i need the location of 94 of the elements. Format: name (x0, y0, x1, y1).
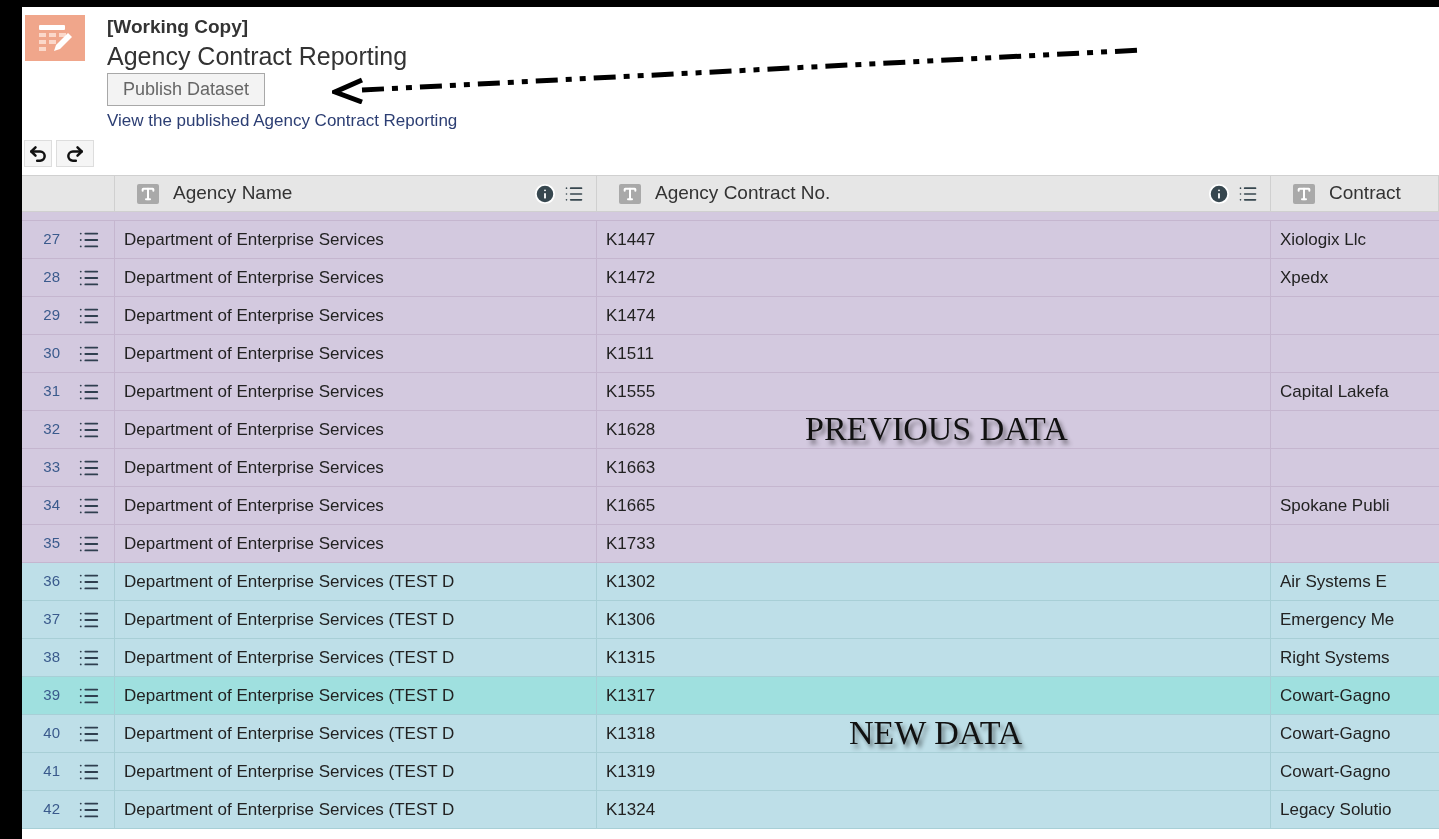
redo-icon (65, 143, 85, 164)
table-cell-text: Department of Enterprise Services (TEST D (124, 722, 455, 745)
table-cell-text: Xiologix Llc (1280, 228, 1366, 251)
row-number: 28 (42, 267, 61, 288)
text-type-icon (1293, 183, 1315, 204)
table-row[interactable]: 29 Department of Enterprise Services K1474 (22, 297, 1439, 335)
table-cell-text: Department of Enterprise Services (TEST D (124, 608, 455, 631)
annotation-label: NEW DATA (849, 715, 1023, 751)
table-row[interactable]: 41 Department of Enterprise Services (TEST D K1319 Cowart-Gagno (22, 753, 1439, 791)
column-header[interactable]: Agency Name (173, 179, 293, 208)
table-cell-text: K1472 (606, 266, 656, 289)
table-cell-text: Department of Enterprise Services (124, 494, 384, 517)
row-number: 36 (42, 571, 61, 592)
dataset-title: Agency Contract Reporting (107, 41, 409, 71)
table-cell-text: K1317 (606, 684, 656, 707)
table-cell-text: K1511 (606, 342, 654, 365)
table-cell-text: Department of Enterprise Services (124, 380, 384, 403)
table-cell-text: Legacy Solutio (1280, 798, 1392, 821)
row-number: 37 (42, 609, 61, 630)
table-cell-text: Spokane Publi (1280, 494, 1390, 517)
column-header[interactable]: Agency Contract No. (655, 179, 831, 208)
table-cell-text: K1555 (606, 380, 656, 403)
table-cell-text: K1315 (606, 646, 656, 669)
row-number: 30 (42, 343, 61, 364)
row-number: 32 (42, 419, 61, 440)
annotation-label: PREVIOUS DATA (805, 411, 1068, 447)
table-row[interactable]: 30 Department of Enterprise Services K1511 (22, 335, 1439, 373)
table-cell-text: Department of Enterprise Services (124, 266, 384, 289)
row-number: 38 (42, 647, 61, 668)
table-row[interactable]: 32 Department of Enterprise Services K1628 PREVIOUS DATA (22, 411, 1439, 449)
table-cell-text: Department of Enterprise Services (124, 456, 384, 479)
table-cell-text: Air Systems E (1280, 570, 1387, 593)
table-row[interactable]: 36 Department of Enterprise Services (TEST D K1302 Air Systems E (22, 563, 1439, 601)
table-cell-text: K1302 (606, 570, 656, 593)
table-row[interactable]: 39 Department of Enterprise Services (TEST D K1317 Cowart-Gagno (22, 677, 1439, 715)
text-type-icon (619, 183, 641, 204)
table-cell-text: Department of Enterprise Services (124, 228, 384, 251)
table-cell-text: Department of Enterprise Services (124, 532, 384, 555)
table-row[interactable]: 42 Department of Enterprise Services (TEST D K1324 Legacy Solutio (22, 791, 1439, 829)
table-cell-text: Department of Enterprise Services (124, 304, 384, 327)
table-cell-text: Xpedx (1280, 266, 1329, 289)
text-type-icon (137, 183, 159, 204)
table-cell-text: K1665 (606, 494, 656, 517)
row-number: 29 (42, 305, 61, 326)
row-number: 34 (42, 495, 61, 516)
table-cell-text: K1318 (606, 722, 656, 745)
table-cell-text: Department of Enterprise Services (124, 418, 384, 441)
table-cell-text: K1319 (606, 760, 656, 783)
info-icon[interactable] (1208, 182, 1230, 205)
table-cell-text: Department of Enterprise Services (TEST D (124, 646, 455, 669)
row-number: 39 (42, 685, 61, 706)
table-cell-text: Cowart-Gagno (1280, 684, 1391, 707)
table-cell-text: K1324 (606, 798, 656, 821)
table-cell-text: Department of Enterprise Services (TEST D (124, 798, 455, 821)
table-row[interactable]: 28 Department of Enterprise Services K1472 Xpedx (22, 259, 1439, 297)
row-number: 42 (42, 799, 61, 820)
row-number: 40 (42, 723, 61, 744)
row-number: 31 (42, 381, 61, 402)
row-number: 27 (42, 229, 61, 250)
column-header[interactable]: Contract (1329, 179, 1401, 208)
table-cell-text: Department of Enterprise Services (TEST D (124, 684, 455, 707)
table-cell-text: K1306 (606, 608, 656, 631)
table-row[interactable]: 31 Department of Enterprise Services K1555 Capital Lakefa (22, 373, 1439, 411)
dataset-edit-icon (25, 15, 85, 61)
table-cell-text: Department of Enterprise Services (TEST D (124, 760, 455, 783)
published-link[interactable]: View the published Agency Contract Reporting (107, 110, 458, 132)
table-row[interactable]: 40 Department of Enterprise Services (TEST D K1318 NEW DATA Cowart-Gagno (22, 715, 1439, 753)
table-cell-text: Cowart-Gagno (1280, 722, 1391, 745)
table-row[interactable]: 34 Department of Enterprise Services K1665 Spokane Publi (22, 487, 1439, 525)
undo-icon (28, 143, 48, 164)
table-cell-text: K1474 (606, 304, 656, 327)
table-cell-text: Cowart-Gagno (1280, 760, 1391, 783)
table-cell-text: Department of Enterprise Services (124, 342, 384, 365)
table-cell-text: Department of Enterprise Services (TEST D (124, 570, 455, 593)
table-cell-text: K1663 (606, 456, 656, 479)
table-row[interactable]: 35 Department of Enterprise Services K1733 (22, 525, 1439, 563)
undo-button[interactable] (24, 140, 52, 167)
row-number: 33 (42, 457, 61, 478)
table-row[interactable]: 37 Department of Enterprise Services (TEST D K1306 Emergency Me (22, 601, 1439, 639)
table-cell-text: K1628 (606, 418, 656, 441)
table-cell-text: Capital Lakefa (1280, 380, 1389, 403)
table-cell-text: Right Systems (1280, 646, 1390, 669)
info-icon[interactable] (534, 182, 556, 205)
table-cell-text: K1733 (606, 532, 656, 555)
table-row[interactable]: 27 Department of Enterprise Services K1447 Xiologix Llc (22, 221, 1439, 259)
publish-button[interactable]: Publish Dataset (107, 73, 266, 106)
working-copy-label: [Working Copy] (107, 15, 250, 39)
table-cell-text: Emergency Me (1280, 608, 1395, 631)
table-cell-text: K1447 (606, 228, 656, 251)
row-number: 35 (42, 533, 61, 554)
row-number: 41 (42, 761, 61, 782)
table-row[interactable]: 33 Department of Enterprise Services K1663 (22, 449, 1439, 487)
table-row[interactable]: 38 Department of Enterprise Services (TEST D K1315 Right Systems (22, 639, 1439, 677)
redo-button[interactable] (56, 140, 94, 167)
